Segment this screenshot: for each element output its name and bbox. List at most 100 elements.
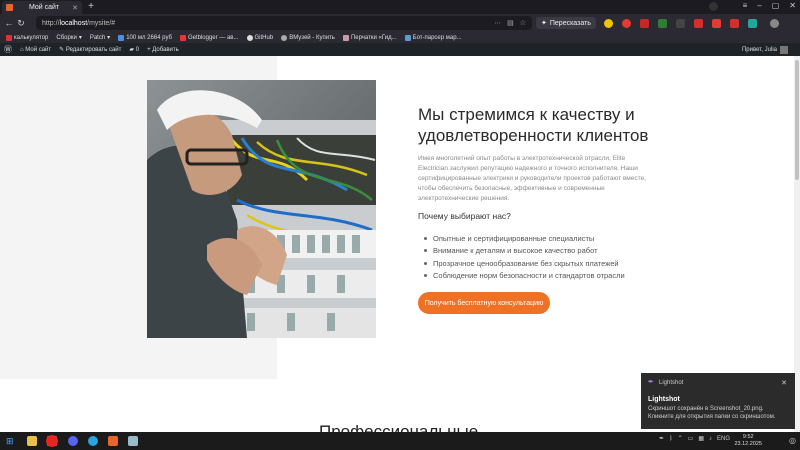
scrollbar-thumb[interactable] — [795, 60, 799, 180]
bluetooth-icon[interactable]: ᛒ — [669, 436, 673, 442]
taskbar-clock[interactable]: 9:52 23.12.2025 — [734, 434, 762, 448]
notepad-icon[interactable] — [128, 436, 138, 446]
lightshot-feather-icon: ✒ — [648, 379, 654, 386]
browser-tab[interactable]: Мой сайт ✕ — [2, 1, 82, 14]
bookmark-icon — [6, 34, 12, 41]
clock-time: 9:52 — [742, 434, 754, 440]
bookmark-label: Перчатки «Гид... — [350, 34, 397, 41]
list-item: Соблюдение норм безопасности и стандарто… — [424, 270, 625, 283]
discord-icon[interactable] — [68, 436, 78, 446]
bookmark-item[interactable]: ВМузей - Купить — [281, 34, 335, 41]
notification-center-icon[interactable]: ◎ — [789, 436, 796, 445]
notification-line: Кликните для открытия папки со скриншото… — [648, 414, 776, 420]
chevron-down-icon: ▾ — [107, 35, 111, 41]
windows-start-icon[interactable]: ⊞ — [6, 436, 16, 446]
bookmark-star-icon[interactable]: ☆ — [520, 19, 526, 27]
section-title: Мы стремимся к качеству и удовлетворенно… — [418, 105, 649, 145]
more-icon[interactable]: ⋯ — [494, 19, 501, 27]
bookmark-item[interactable]: Перчатки «Гид... — [342, 34, 397, 41]
summarize-button[interactable]: ✦ Пересказать — [536, 17, 596, 29]
summarize-label: Пересказать — [549, 19, 591, 27]
xampp-icon[interactable] — [108, 436, 118, 446]
extension-icon[interactable] — [676, 19, 685, 28]
bullet-icon — [424, 261, 427, 265]
chevron-down-icon: ▾ — [78, 35, 82, 41]
adblock-icon[interactable] — [712, 19, 721, 28]
benefit-text: Опытные и сертифицированные специалисты — [433, 233, 595, 243]
bookmark-folder[interactable]: Сборки ▾ — [56, 34, 82, 42]
new-tab-button[interactable]: + — [86, 2, 96, 12]
download-icon[interactable] — [770, 19, 779, 28]
menu-icon[interactable]: ≡ — [743, 1, 748, 10]
extension-icon[interactable] — [730, 19, 739, 28]
url-prefix: http:// — [42, 19, 60, 27]
admin-account-menu[interactable]: Привет, Julia — [742, 45, 788, 54]
bullet-icon — [424, 236, 427, 240]
benefit-text: Внимание к деталям и высокое качество ра… — [433, 246, 598, 256]
reload-icon[interactable]: ↻ — [15, 18, 27, 29]
close-window-icon[interactable]: ✕ — [789, 1, 796, 10]
site-favicon-icon — [6, 4, 13, 11]
navigation-bar: ← ↻ http://localhost/mysite/# ⋯ ▤ ☆ ✦ Пе… — [0, 14, 800, 32]
bookmark-item[interactable]: 100 мл 2664 руб — [118, 34, 172, 41]
network-icon[interactable]: ▦ — [698, 435, 704, 442]
extension-icon[interactable] — [658, 19, 667, 28]
reader-icon[interactable]: ▤ — [507, 19, 514, 27]
maximize-icon[interactable]: ▢ — [772, 1, 780, 10]
brush-icon: ✎ — [59, 47, 65, 53]
admin-site-link[interactable]: ⌂ Мой сайт — [20, 47, 51, 53]
chevron-up-icon[interactable]: ⌃ — [678, 435, 683, 442]
next-section-heading: Профессиональные — [319, 422, 479, 432]
comment-icon: ▰ — [129, 47, 135, 53]
bookmark-label: калькулятор — [14, 34, 49, 41]
close-notification-icon[interactable]: ✕ — [781, 379, 787, 387]
wp-admin-bar: Ⓦ ⌂ Мой сайт ✎ Редактировать сайт ▰ 0 + … — [0, 43, 800, 56]
summarize-icon: ✦ — [541, 20, 547, 27]
admin-comments-link[interactable]: ▰ 0 — [129, 46, 139, 53]
bookmark-icon — [179, 34, 186, 41]
admin-add-new-link[interactable]: + Добавить — [147, 47, 179, 53]
admin-add-new-label: Добавить — [152, 46, 179, 53]
bookmark-item[interactable]: GitHub — [246, 34, 274, 41]
bookmark-item[interactable]: Getblogger — ав... — [179, 34, 239, 41]
lightshot-tray-icon[interactable]: ✒ — [659, 435, 664, 442]
telegram-icon[interactable] — [88, 436, 98, 446]
bookmark-item[interactable]: калькулятор — [6, 34, 49, 41]
extension-icon[interactable] — [748, 19, 757, 28]
back-icon[interactable]: ← — [3, 18, 15, 28]
bookmark-label: Бот-парсер мар... — [412, 34, 462, 41]
volume-icon[interactable]: ♪ — [709, 436, 712, 442]
benefit-text: Соблюдение норм безопасности и стандарто… — [433, 271, 625, 281]
profile-icon[interactable] — [709, 2, 718, 11]
admin-edit-site-link[interactable]: ✎ Редактировать сайт — [59, 46, 121, 53]
url-host: localhost — [59, 19, 88, 27]
list-item: Прозрачное ценообразование без скрытых п… — [424, 257, 625, 270]
lightshot-notification[interactable]: ✒ Lightshot ✕ Lightshot Скриншот сохранё… — [641, 373, 795, 429]
address-bar[interactable]: http://localhost/mysite/# ⋯ ▤ ☆ — [36, 16, 532, 30]
close-tab-icon[interactable]: ✕ — [72, 4, 78, 12]
notification-title: Lightshot — [648, 396, 680, 403]
section-description: Имея многолетний опыт работы в электроте… — [418, 155, 646, 202]
bookmark-item[interactable]: Бот-парсер мар... — [404, 34, 462, 41]
extension-icon[interactable] — [640, 19, 649, 28]
list-item: Внимание к деталям и высокое качество ра… — [424, 245, 625, 258]
file-explorer-icon[interactable] — [27, 436, 37, 446]
extension-icon[interactable] — [694, 19, 703, 28]
free-consultation-button[interactable]: Получить бесплатную консультацию — [418, 292, 550, 314]
language-indicator[interactable]: ENG — [717, 436, 730, 442]
extension-icon[interactable] — [622, 19, 631, 28]
bookmark-icon — [404, 34, 411, 41]
wordpress-logo-icon[interactable]: Ⓦ — [4, 44, 12, 55]
display-icon[interactable]: ▭ — [688, 435, 694, 442]
github-icon — [246, 34, 253, 41]
benefits-list: Опытные и сертифицированные специалисты … — [424, 232, 625, 282]
bookmark-label: Patch — [89, 34, 106, 41]
minimize-icon[interactable]: – — [757, 1, 761, 10]
benefit-text: Прозрачное ценообразование без скрытых п… — [433, 258, 619, 268]
extension-icon[interactable] — [604, 19, 613, 28]
yandex-browser-icon[interactable] — [46, 435, 58, 447]
notification-app: ✒ Lightshot — [648, 379, 788, 386]
bookmark-folder[interactable]: Patch ▾ — [89, 34, 111, 42]
bookmark-icon — [118, 34, 125, 41]
bookmark-label: GitHub — [254, 34, 274, 41]
